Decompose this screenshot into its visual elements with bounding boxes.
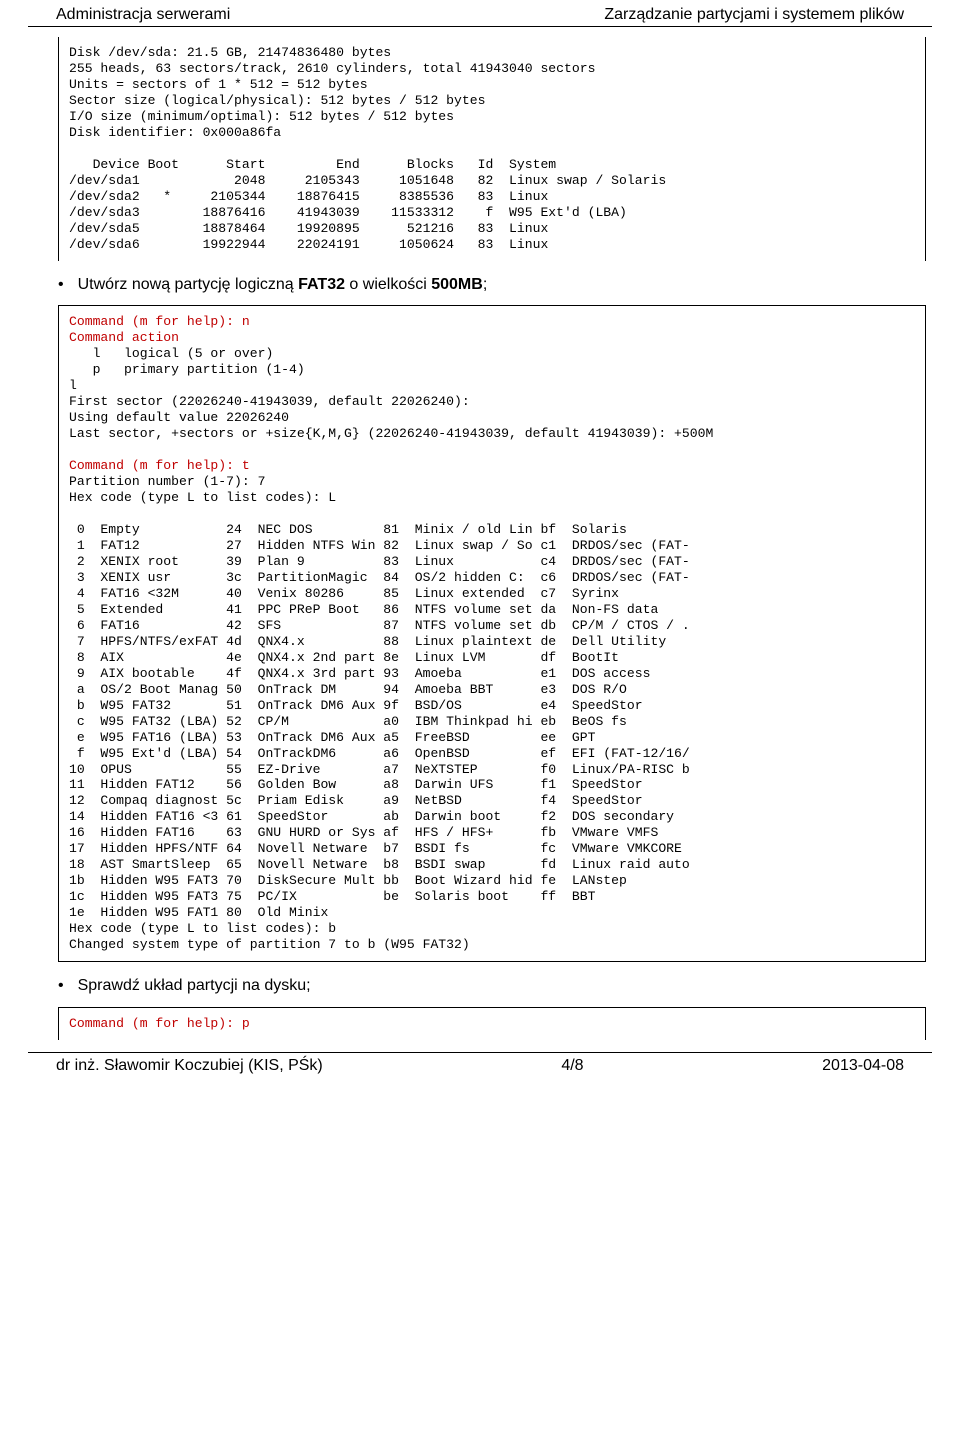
cmd-p: Command (m for help): p xyxy=(69,1016,250,1031)
cmd-n: Command (m for help): n xyxy=(69,314,250,329)
block2-part1: l logical (5 or over) p primary partitio… xyxy=(69,346,713,441)
header-left: Administracja serwerami xyxy=(56,6,230,24)
bullet-1-post: ; xyxy=(483,276,487,293)
footer-center: 4/8 xyxy=(561,1057,583,1075)
page-content: Disk /dev/sda: 21.5 GB, 21474836480 byte… xyxy=(0,27,960,1040)
bullet-2: • Sprawdź układ partycji na dysku; xyxy=(58,976,926,997)
bullet-1-pre: Utwórz nową partycję logiczną xyxy=(78,276,299,293)
bullet-1-bold1: FAT32 xyxy=(298,276,345,293)
header-right: Zarządzanie partycjami i systemem plików xyxy=(604,6,904,24)
code-block-1: Disk /dev/sda: 21.5 GB, 21474836480 byte… xyxy=(69,45,915,253)
footer-left: dr inż. Sławomir Koczubiej (KIS, PŚk) xyxy=(56,1057,323,1075)
code-block-1-wrapper: Disk /dev/sda: 21.5 GB, 21474836480 byte… xyxy=(58,37,926,261)
cmd-action: Command action xyxy=(69,330,179,345)
code-block-3: Command (m for help): p xyxy=(69,1016,915,1032)
block2-part2: Partition number (1-7): 7 Hex code (type… xyxy=(69,474,690,952)
cmd-t: Command (m for help): t xyxy=(69,458,250,473)
code-block-2: Command (m for help): n Command action l… xyxy=(69,314,915,953)
bullet-1-mid: o wielkości xyxy=(345,276,431,293)
bullet-2-text: Sprawdź układ partycji na dysku; xyxy=(78,976,311,997)
code-block-2-wrapper: Command (m for help): n Command action l… xyxy=(58,305,926,962)
bullet-1-bold2: 500MB xyxy=(431,276,483,293)
bullet-dot-icon: • xyxy=(58,976,64,997)
code-block-3-wrapper: Command (m for help): p xyxy=(58,1007,926,1040)
bullet-1-text: Utwórz nową partycję logiczną FAT32 o wi… xyxy=(78,275,488,296)
bullet-1: • Utwórz nową partycję logiczną FAT32 o … xyxy=(58,275,926,296)
bullet-dot-icon: • xyxy=(58,275,64,296)
page-header: Administracja serwerami Zarządzanie part… xyxy=(28,0,932,27)
footer-right: 2013-04-08 xyxy=(822,1057,904,1075)
page-footer: dr inż. Sławomir Koczubiej (KIS, PŚk) 4/… xyxy=(28,1052,932,1089)
